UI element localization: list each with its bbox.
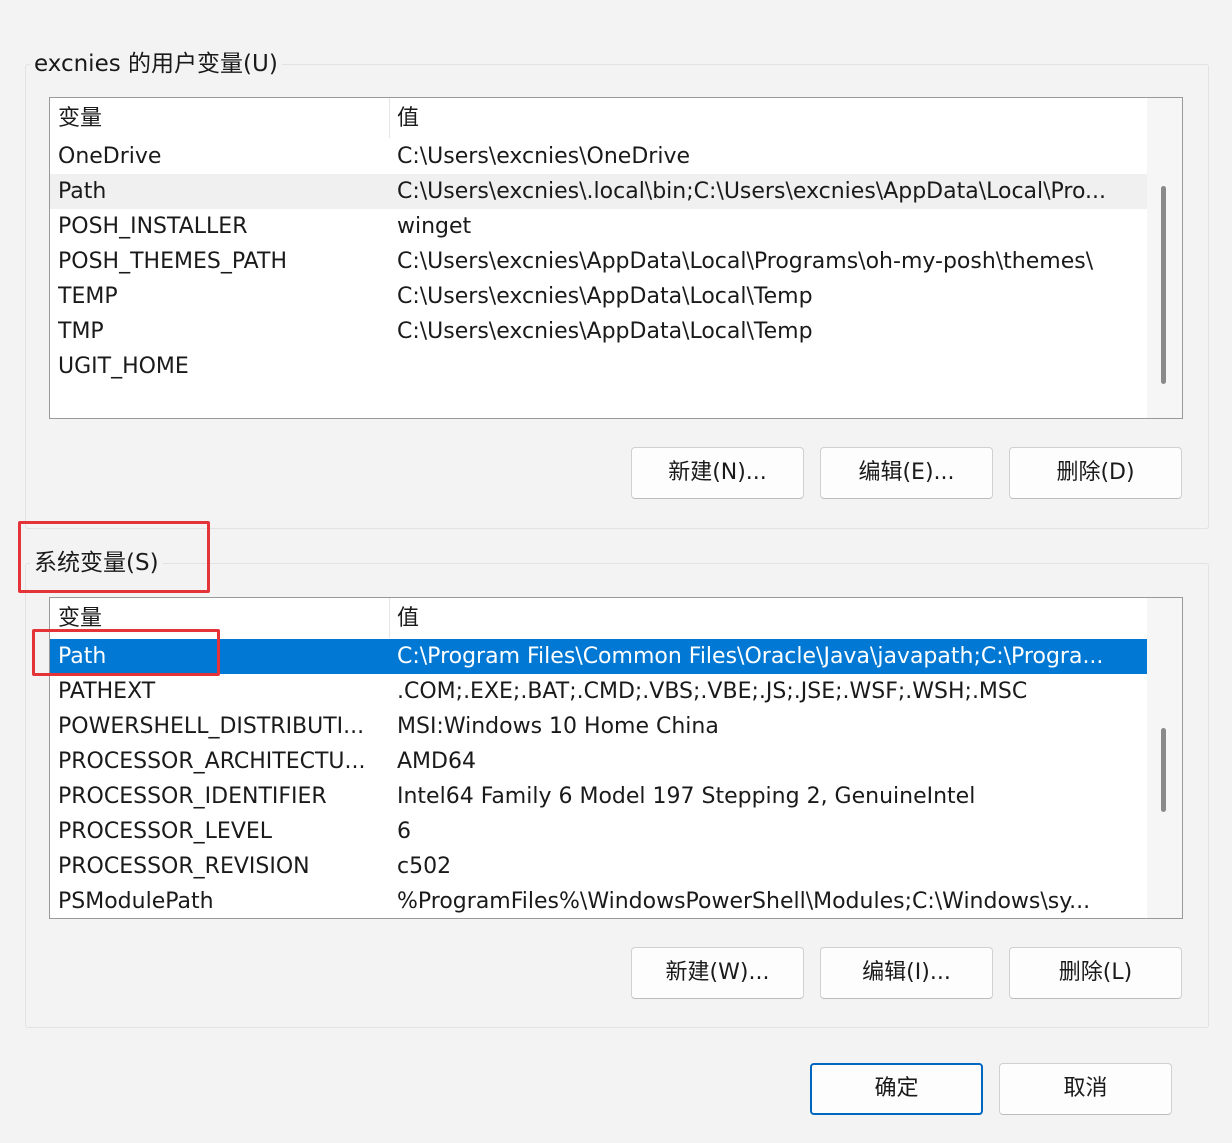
variable-value: %ProgramFiles%\WindowsPowerShell\Modules… [397,889,1091,914]
table-row[interactable]: TEMP C:\Users\excnies\AppData\Local\Temp [50,279,1147,314]
scrollbar-thumb[interactable] [1161,186,1166,384]
column-separator[interactable] [389,598,390,638]
table-row[interactable]: POSH_INSTALLER winget [50,209,1147,244]
variable-name: UGIT_HOME [58,354,189,379]
variable-name: PROCESSOR_LEVEL [58,819,273,844]
scrollbar-thumb[interactable] [1161,728,1166,812]
variable-name: OneDrive [58,144,162,169]
variable-value: C:\Users\excnies\.local\bin;C:\Users\exc… [397,179,1107,204]
column-header-value[interactable]: 值 [397,601,1143,636]
variable-value: c502 [397,854,452,879]
user-variables-title: excnies 的用户变量(U) [30,49,282,79]
user-variables-scrollbar[interactable] [1147,98,1182,418]
system-delete-button[interactable]: 删除(L) [1009,947,1182,999]
variable-value: Intel64 Family 6 Model 197 Stepping 2, G… [397,784,976,809]
annotation-box-path-row [32,629,220,676]
variable-value: C:\Users\excnies\AppData\Local\Programs\… [397,249,1094,274]
variable-name: TEMP [58,284,118,309]
variable-name: PROCESSOR_REVISION [58,854,310,879]
variable-name: PROCESSOR_IDENTIFIER [58,784,327,809]
table-row[interactable]: PROCESSOR_LEVEL 6 [50,814,1147,849]
ok-button[interactable]: 确定 [810,1063,983,1115]
user-edit-button[interactable]: 编辑(E)... [820,447,993,499]
user-new-button[interactable]: 新建(N)... [631,447,804,499]
variable-value: 6 [397,819,411,844]
annotation-box-system-variables-title [18,521,210,593]
system-variables-scrollbar[interactable] [1147,598,1182,918]
user-variables-list[interactable]: 变量 值 OneDrive C:\Users\excnies\OneDrive … [49,97,1183,419]
table-row[interactable]: Path C:\Users\excnies\.local\bin;C:\User… [50,174,1147,209]
variable-name: PSModulePath [58,889,214,914]
table-row[interactable]: TMP C:\Users\excnies\AppData\Local\Temp [50,314,1147,349]
variable-value: AMD64 [397,749,476,774]
system-edit-button[interactable]: 编辑(I)... [820,947,993,999]
variable-value: MSI:Windows 10 Home China [397,714,719,739]
user-variables-list-header: 变量 值 [50,98,1147,138]
variable-name: PATHEXT [58,679,156,704]
column-header-variable[interactable]: 变量 [58,101,383,136]
column-separator[interactable] [389,98,390,138]
user-delete-button[interactable]: 删除(D) [1009,447,1182,499]
variable-value: .COM;.EXE;.BAT;.CMD;.VBS;.VBE;.JS;.JSE;.… [397,679,1028,704]
column-header-value[interactable]: 值 [397,101,1143,136]
variable-name: TMP [58,319,104,344]
table-row[interactable]: POWERSHELL_DISTRIBUTI... MSI:Windows 10 … [50,709,1147,744]
table-row[interactable]: PSModulePath %ProgramFiles%\WindowsPower… [50,884,1147,918]
table-row[interactable]: PROCESSOR_IDENTIFIER Intel64 Family 6 Mo… [50,779,1147,814]
table-row[interactable]: POSH_THEMES_PATH C:\Users\excnies\AppDat… [50,244,1147,279]
variable-value: C:\Users\excnies\OneDrive [397,144,690,169]
variable-name: PROCESSOR_ARCHITECTU... [58,749,366,774]
cancel-button[interactable]: 取消 [999,1063,1172,1115]
variable-value: winget [397,214,472,239]
variable-value: C:\Users\excnies\AppData\Local\Temp [397,284,813,309]
variable-name: Path [58,179,107,204]
variable-value: C:\Program Files\Common Files\Oracle\Jav… [397,644,1104,669]
variable-value: C:\Users\excnies\AppData\Local\Temp [397,319,813,344]
system-new-button[interactable]: 新建(W)... [631,947,804,999]
variable-name: POWERSHELL_DISTRIBUTI... [58,714,365,739]
variable-name: POSH_INSTALLER [58,214,248,239]
table-row[interactable]: PATHEXT .COM;.EXE;.BAT;.CMD;.VBS;.VBE;.J… [50,674,1147,709]
variable-name: POSH_THEMES_PATH [58,249,288,274]
table-row[interactable]: OneDrive C:\Users\excnies\OneDrive [50,139,1147,174]
table-row[interactable]: UGIT_HOME [50,349,1147,384]
table-row[interactable]: PROCESSOR_ARCHITECTU... AMD64 [50,744,1147,779]
table-row[interactable]: PROCESSOR_REVISION c502 [50,849,1147,884]
